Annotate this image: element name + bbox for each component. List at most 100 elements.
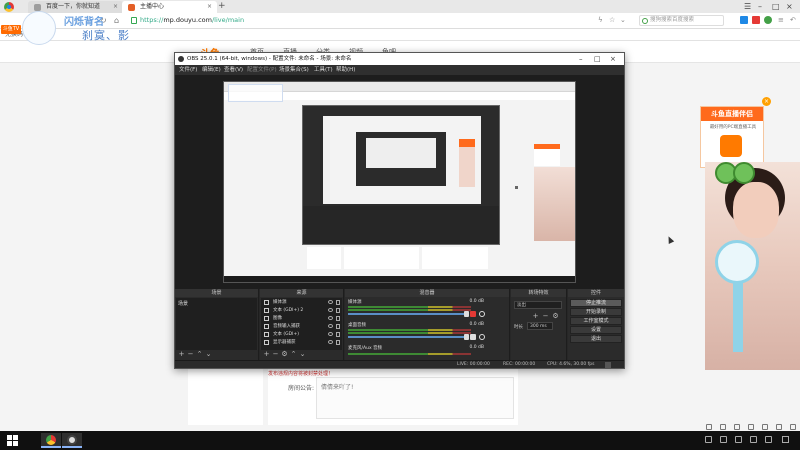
eye-icon[interactable] [328,300,333,304]
obs-window[interactable]: OBS 25.0.1 (64-bit, windows) - 配置文件: 未命名… [174,52,625,369]
obs-minimize-button[interactable]: – [579,53,583,65]
remove-icon[interactable]: − [186,350,195,358]
status-indicator [605,362,611,368]
source-item[interactable]: 图像 [261,315,342,322]
scene-item[interactable]: 场景 [178,300,188,307]
obs-close-button[interactable]: × [610,53,616,65]
source-item[interactable]: 显示器捕获 [261,339,342,346]
live-time: LIVE: 00:00:00 [457,362,490,367]
remove-icon[interactable]: − [271,350,280,358]
chrome-icon [46,435,56,445]
volume-slider[interactable] [348,334,469,340]
transition-select[interactable]: 淡出 [514,301,562,309]
eye-icon[interactable] [328,324,333,328]
down-icon[interactable]: ⌄ [204,350,213,358]
announce-input[interactable]: 倩倩来吖了! [316,377,514,419]
volume-slider[interactable] [348,311,469,317]
address-bar[interactable]: https://mp.douyu.com/live/main [140,15,244,26]
lock-icon[interactable] [336,324,340,329]
obs-titlebar[interactable]: OBS 25.0.1 (64-bit, windows) - 配置文件: 未命名… [175,53,624,65]
eye-icon[interactable] [328,316,333,320]
scenes-list[interactable]: 场景 [176,298,257,350]
gear-icon[interactable]: ⚙ [551,312,560,320]
lock-icon[interactable] [336,340,340,345]
source-item[interactable]: 文本 (GDI+) [261,331,342,338]
taskbar-chrome[interactable] [41,433,61,448]
menu-icon[interactable]: ≡ [778,16,786,24]
source-item[interactable]: 媒体源 [261,299,342,306]
gear-icon[interactable] [479,334,485,340]
up-icon[interactable]: ⌃ [195,350,204,358]
chevron-down-icon[interactable]: ⌄ [620,16,628,24]
lock-icon[interactable] [336,316,340,321]
eye-icon[interactable] [328,332,333,336]
menu-view[interactable]: 查看(V) [224,65,243,75]
obs-maximize-button[interactable]: □ [594,53,601,65]
menu-edit[interactable]: 编辑(E) [202,65,221,75]
tray-icon[interactable] [720,436,727,443]
extension-icon[interactable] [740,16,748,24]
menu-profile[interactable]: 配置文件(P) [247,65,277,75]
search-input[interactable]: 搜狗搜索百度搜索 [639,15,724,26]
tray-icon[interactable] [705,436,712,443]
taskbar-obs[interactable] [62,433,82,448]
new-tab-button[interactable]: + [218,0,226,13]
studio-mode-button[interactable]: 工作室模式 [570,317,622,325]
volume-icon[interactable] [750,436,757,443]
stop-streaming-button[interactable]: 停止推流 [570,299,622,307]
promo-close-icon[interactable]: × [762,97,771,106]
maximize-button[interactable]: □ [772,0,780,13]
tool-icon[interactable] [706,424,712,430]
exit-button[interactable]: 退出 [570,335,622,343]
gear-icon[interactable] [479,311,485,317]
obs-preview[interactable] [175,75,624,289]
volume-meter [348,309,471,311]
lightning-icon[interactable]: ϟ [598,16,606,24]
tool-icon[interactable] [748,424,754,430]
menu-tools[interactable]: 工具(T) [314,65,333,75]
tool-icon[interactable] [776,424,782,430]
speaker-icon[interactable] [470,334,476,340]
rec-time: REC: 00:00:00 [503,362,536,367]
eye-icon[interactable] [328,308,333,312]
source-item[interactable]: 文本 (GDI+) 2 [261,307,342,314]
duration-input[interactable]: 300 ms [527,322,553,330]
lock-icon[interactable] [336,308,340,313]
lock-icon[interactable] [336,332,340,337]
add-icon[interactable]: + [262,350,271,358]
tool-icon[interactable] [790,424,796,430]
add-icon[interactable]: + [531,312,540,320]
minimize-button[interactable]: – [758,0,762,13]
tool-icon[interactable] [762,424,768,430]
extension-icon[interactable] [752,16,760,24]
remove-icon[interactable]: − [541,312,550,320]
promo-banner[interactable]: 斗鱼直播伴侣 最好用的PC端直播工具 [700,106,764,168]
menu-help[interactable]: 帮助(H) [336,65,355,75]
ime-icon[interactable] [765,436,772,443]
eye-icon[interactable] [328,340,333,344]
tool-icon[interactable] [720,424,726,430]
star-icon[interactable]: ☆ [609,16,617,24]
settings-button[interactable]: 设置 [570,326,622,334]
windows-start-icon[interactable] [7,435,18,446]
browser-menu-icon[interactable]: ☰ [744,0,751,13]
speaker-muted-icon[interactable] [470,311,476,317]
menu-scene-collection[interactable]: 场景集合(S) [279,65,309,75]
notification-icon[interactable] [782,436,789,443]
tab-close-icon[interactable]: × [207,1,212,13]
up-icon[interactable]: ⌃ [289,350,298,358]
extension-icon[interactable] [764,16,772,24]
lock-icon[interactable] [336,300,340,305]
menu-file[interactable]: 文件(F) [179,65,197,75]
close-button[interactable]: × [786,0,793,13]
gear-icon[interactable]: ⚙ [280,350,289,358]
down-icon[interactable]: ⌄ [298,350,307,358]
start-recording-button[interactable]: 开始录制 [570,308,622,316]
tool-icon[interactable] [734,424,740,430]
add-icon[interactable]: + [177,350,186,358]
network-icon[interactable] [735,436,742,443]
undo-icon[interactable]: ↶ [790,16,798,24]
source-item[interactable]: 音频输入捕获 [261,323,342,330]
sources-list[interactable]: 媒体源 文本 (GDI+) 2 图像 音频输入捕获 文本 (GDI+) 显示器捕… [261,298,342,350]
scenes-dock: 场景 场景 + − ⌃ ⌄ [175,289,259,360]
